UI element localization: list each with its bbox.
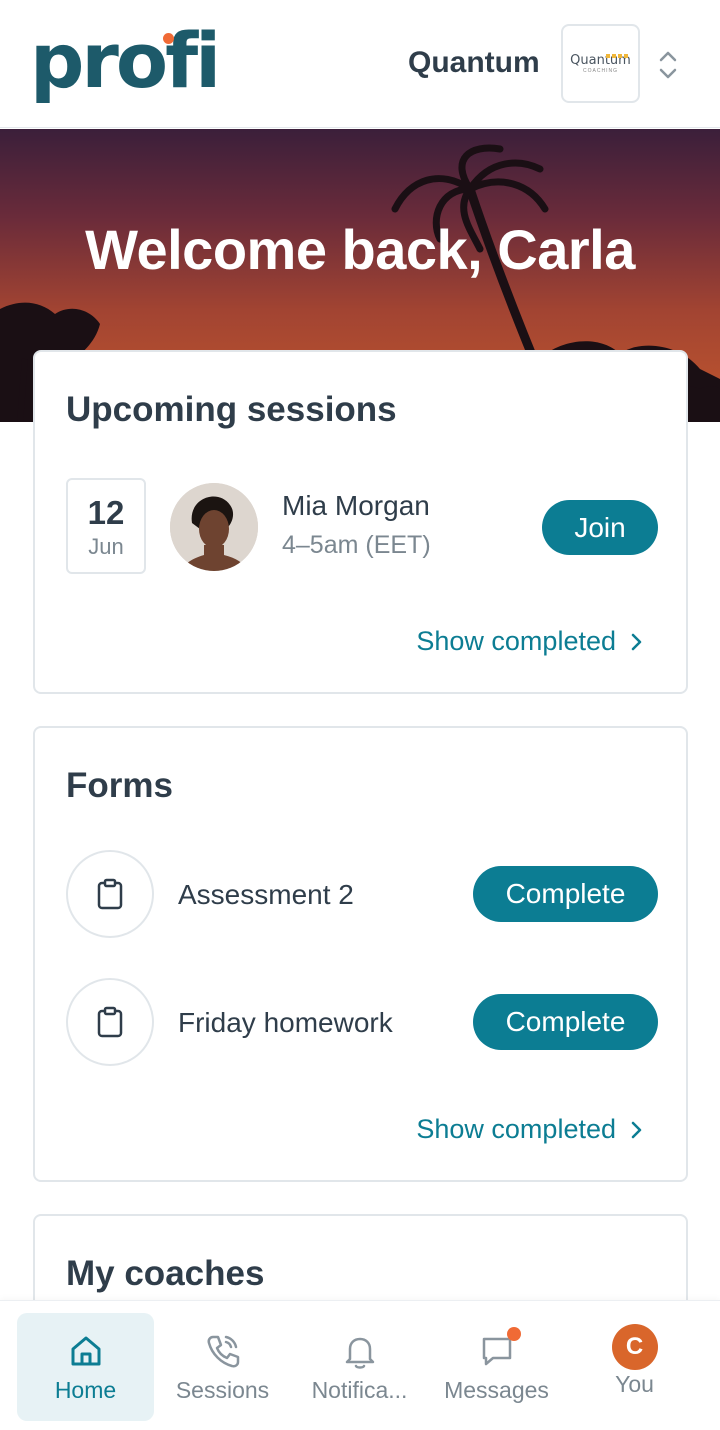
show-completed-sessions-link[interactable]: Show completed xyxy=(416,626,642,657)
nav-sessions-label: Sessions xyxy=(175,1377,270,1403)
org-logo[interactable]: Quantum COACHING xyxy=(561,24,640,103)
nav-home-label: Home xyxy=(54,1377,117,1403)
bottom-navigation: Home Sessions Notifica... Messages C You xyxy=(0,1300,720,1430)
form-icon-circle xyxy=(66,978,154,1066)
form-label: Assessment 2 xyxy=(178,879,354,910)
phone-icon xyxy=(207,1335,239,1368)
chevron-right-icon xyxy=(631,633,642,650)
user-avatar: C xyxy=(611,1324,658,1370)
clipboard-icon xyxy=(97,1006,123,1038)
app-header: profi Quantum Quantum COACHING xyxy=(0,0,720,128)
logo-dot xyxy=(163,33,174,44)
unread-badge xyxy=(506,1327,521,1341)
org-switcher-icon[interactable] xyxy=(655,46,681,84)
nav-messages-label: Messages xyxy=(444,1377,549,1403)
profi-logo[interactable]: profi xyxy=(30,23,221,99)
nav-you-label: You xyxy=(615,1371,654,1397)
show-completed-label: Show completed xyxy=(416,1114,616,1144)
nav-notifications[interactable]: Notifica... xyxy=(291,1313,428,1421)
coach-avatar[interactable] xyxy=(170,483,258,571)
session-date: 12 Jun xyxy=(66,478,146,574)
form-label: Friday homework xyxy=(178,1007,393,1038)
nav-messages[interactable]: Messages xyxy=(428,1313,565,1421)
upcoming-sessions-title: Upcoming sessions xyxy=(66,390,397,429)
bell-icon xyxy=(345,1337,374,1369)
forms-title: Forms xyxy=(66,766,173,805)
nav-notifications-label: Notifica... xyxy=(311,1377,408,1403)
join-button[interactable]: Join xyxy=(542,500,658,555)
session-time: 4–5am (EET) xyxy=(282,531,431,559)
complete-button[interactable]: Complete xyxy=(473,994,658,1050)
home-icon xyxy=(71,1336,100,1366)
my-coaches-title: My coaches xyxy=(66,1254,265,1293)
nav-you[interactable]: C You xyxy=(566,1313,703,1421)
upcoming-sessions-card: Upcoming sessions 12 Jun Mia Morgan 4–5a… xyxy=(33,350,688,694)
session-month: Jun xyxy=(88,534,124,559)
org-logo-subtext: COACHING xyxy=(583,68,618,74)
complete-button[interactable]: Complete xyxy=(473,866,658,922)
welcome-title: Welcome back, Carla xyxy=(85,218,635,281)
chevron-right-icon xyxy=(631,1121,642,1138)
show-completed-label: Show completed xyxy=(416,626,616,656)
show-completed-forms-link[interactable]: Show completed xyxy=(416,1114,642,1145)
nav-sessions[interactable]: Sessions xyxy=(154,1313,291,1421)
coach-photo xyxy=(170,483,258,571)
coach-name: Mia Morgan xyxy=(282,490,430,521)
nav-home[interactable]: Home xyxy=(17,1313,154,1421)
clipboard-icon xyxy=(97,878,123,910)
form-icon-circle xyxy=(66,850,154,938)
forms-card: Forms Assessment 2 Complete Friday homew… xyxy=(33,726,688,1182)
org-logo-dots xyxy=(606,54,628,58)
session-day: 12 xyxy=(87,494,125,531)
org-name[interactable]: Quantum xyxy=(408,46,540,80)
